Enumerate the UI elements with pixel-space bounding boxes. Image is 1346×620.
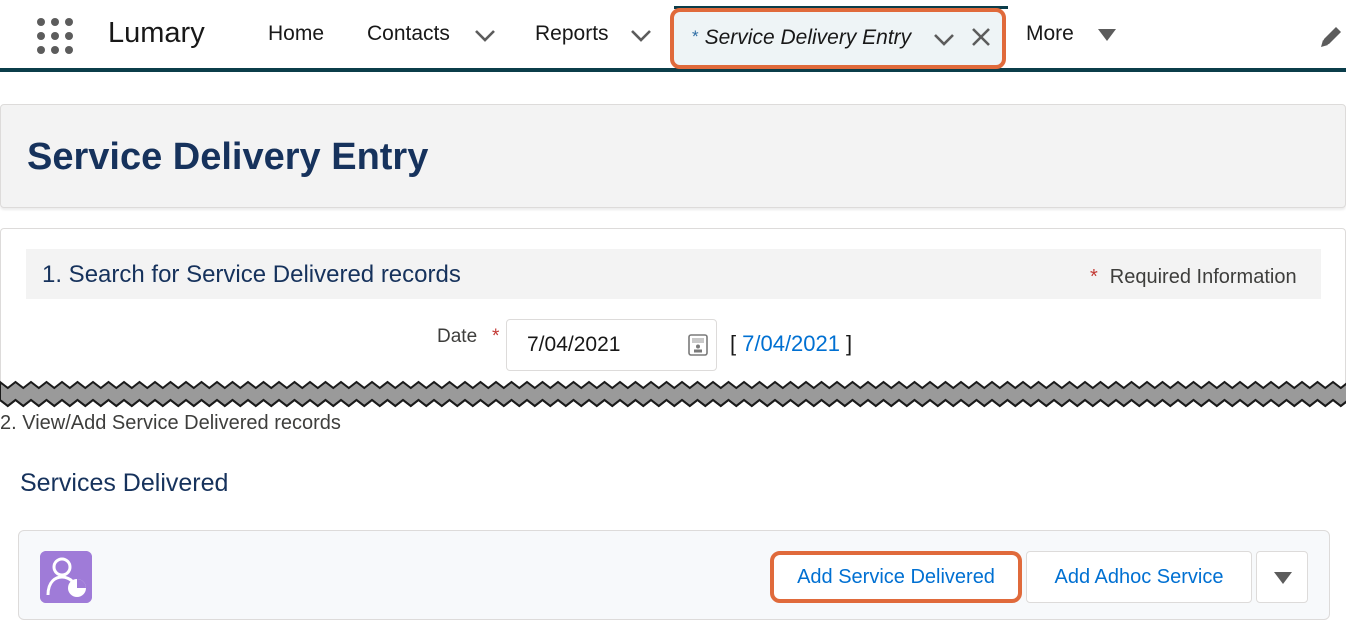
app-launcher-icon[interactable] <box>37 18 73 54</box>
section-2-label: 2. View/Add Service Delivered records <box>0 412 341 434</box>
caret-down-icon[interactable] <box>1097 28 1117 42</box>
nav-item-contacts[interactable]: Contacts <box>367 22 450 46</box>
date-label: Date <box>437 326 478 347</box>
tab-service-delivery-entry[interactable]: * Service Delivery Entry <box>670 8 1006 69</box>
chevron-down-icon[interactable] <box>629 26 653 44</box>
tab-title: Service Delivery Entry <box>704 26 912 49</box>
date-required-marker: * <box>492 326 500 347</box>
torn-edge-divider <box>0 380 1346 408</box>
required-text: Required Information <box>1109 266 1297 288</box>
section-title: 1. Search for Service Delivered records <box>42 261 461 288</box>
add-service-delivered-button[interactable]: Add Service Delivered <box>770 551 1022 603</box>
nav-item-reports[interactable]: Reports <box>535 22 609 46</box>
unsaved-marker: * <box>692 27 699 46</box>
service-delivered-object-icon <box>40 551 92 603</box>
page-title: Service Delivery Entry <box>27 136 429 178</box>
app-name: Lumary <box>108 17 205 49</box>
calendar-icon[interactable] <box>687 333 709 357</box>
add-adhoc-service-button[interactable]: Add Adhoc Service <box>1026 551 1252 603</box>
pencil-icon[interactable] <box>1318 24 1344 50</box>
date-input[interactable] <box>506 319 717 371</box>
nav-item-more[interactable]: More <box>1026 22 1074 46</box>
bracket-open: [ <box>730 331 737 356</box>
close-icon[interactable] <box>970 26 992 48</box>
services-delivered-title: Services Delivered <box>20 469 229 497</box>
bracket-close: ] <box>846 331 853 356</box>
chevron-down-icon[interactable] <box>473 26 497 44</box>
page-header: Service Delivery Entry <box>0 104 1346 208</box>
nav-item-home[interactable]: Home <box>268 22 324 46</box>
caret-down-icon <box>1274 572 1292 584</box>
more-actions-button[interactable] <box>1256 551 1308 603</box>
required-information-note: * Required Information <box>1090 266 1297 289</box>
chevron-down-icon[interactable] <box>932 30 956 48</box>
today-date-shortcut: [7/04/2021] <box>730 331 852 357</box>
required-marker: * <box>1090 266 1098 288</box>
tab-label: * Service Delivery Entry <box>692 26 911 50</box>
today-date-link[interactable]: 7/04/2021 <box>742 331 840 356</box>
